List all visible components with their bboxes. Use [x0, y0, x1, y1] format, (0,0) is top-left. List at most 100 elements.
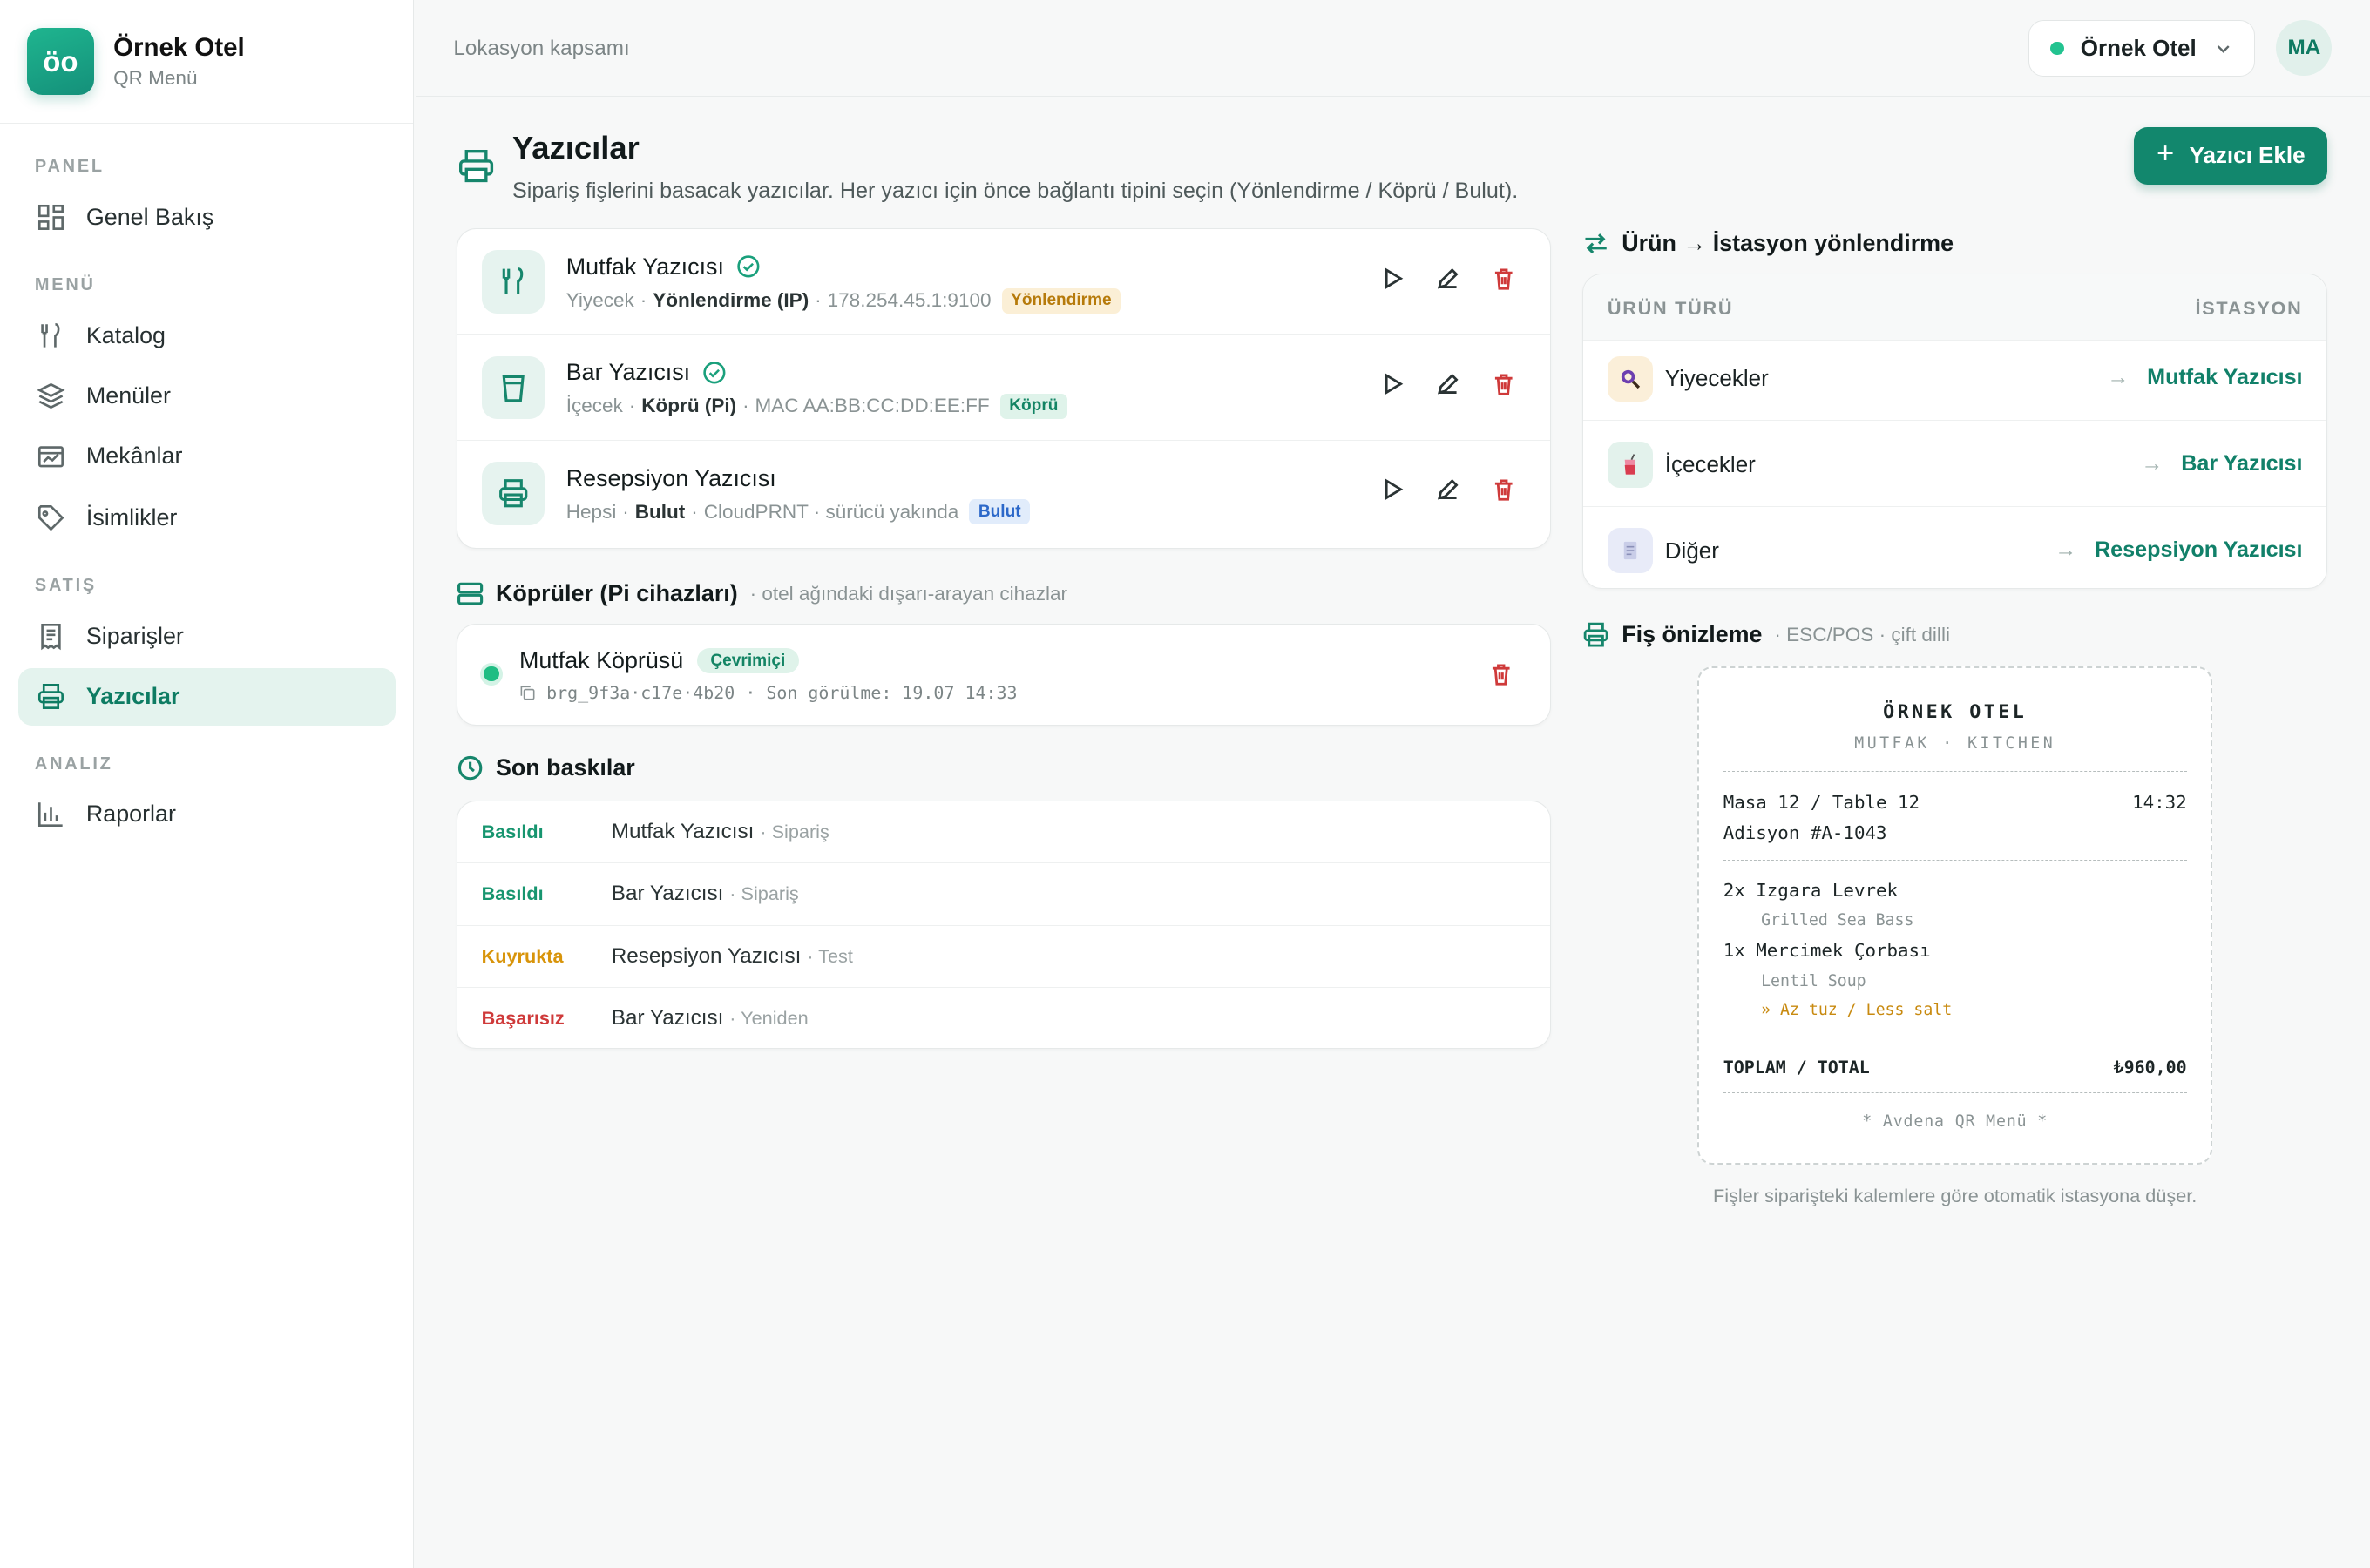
- printer-category: Yiyecek: [565, 289, 634, 312]
- trash-icon[interactable]: [1491, 371, 1516, 396]
- bridges-subtitle: · otel ağındaki dışarı-arayan cihazlar: [749, 582, 1068, 605]
- sidebar-item-overview[interactable]: Genel Bakış: [18, 189, 396, 247]
- sidebar-item-nameplates[interactable]: İsimlikler: [18, 490, 396, 547]
- sidebar-item-orders[interactable]: Siparişler: [18, 607, 396, 665]
- route-station[interactable]: → Resepsiyon Yazıcısı: [2055, 537, 2302, 563]
- play-test-icon[interactable]: [1379, 476, 1405, 502]
- print-status: Kuyrukta: [481, 944, 564, 967]
- trash-icon[interactable]: [1491, 476, 1516, 502]
- printer-icon: [458, 150, 493, 183]
- bridge-id: brg_9f3a·c17e·4b20: [546, 682, 735, 704]
- brand-subtitle: QR Menü: [113, 67, 198, 90]
- bar-chart-icon: [37, 802, 63, 828]
- copy-icon[interactable]: [519, 685, 536, 701]
- edit-pencil-icon[interactable]: [1435, 266, 1460, 291]
- receipt-subtitle: · ESC/POS · çift dilli: [1774, 623, 1950, 645]
- receipt-total-line: TOPLAM / TOTAL ₺960,00: [1723, 1057, 2187, 1078]
- route-type: Yiyecekler: [1664, 365, 1769, 392]
- printer-connection: Yönlendirme (IP): [653, 289, 809, 312]
- document-icon: [1607, 528, 1653, 574]
- print-type: · Yeniden: [729, 1007, 809, 1030]
- play-test-icon[interactable]: [1379, 266, 1405, 291]
- printer-name: Bar Yazıcısı: [565, 359, 691, 386]
- printer-name: Resepsiyon Yazıcısı: [565, 464, 776, 491]
- edit-pencil-icon[interactable]: [1435, 476, 1460, 502]
- recent-heading: Son baskılar: [457, 754, 635, 781]
- status-dot-icon: [2050, 41, 2064, 56]
- sidebar-item-label: Katalog: [85, 321, 166, 348]
- receipt-item-translation: Grilled Sea Bass: [1761, 911, 1914, 930]
- receipt-divider: [1723, 770, 2187, 772]
- receipt-item: 1x Mercimek Çorbası: [1723, 940, 1931, 962]
- page-title: Yazıcılar: [512, 130, 640, 166]
- print-type: · Sipariş: [760, 821, 830, 843]
- layers-icon: [36, 382, 65, 409]
- sidebar-item-label: Genel Bakış: [85, 204, 214, 231]
- sidebar-item-reports[interactable]: Raporlar: [18, 786, 396, 843]
- receipt-total-value: ₺960,00: [2113, 1056, 2187, 1078]
- sidebar-item-label: İsimlikler: [85, 504, 178, 531]
- recent-row[interactable]: Basıldı Mutfak Yazıcısı · Sipariş: [457, 801, 1550, 864]
- avatar[interactable]: MA: [2276, 19, 2333, 76]
- play-test-icon[interactable]: [1379, 371, 1405, 396]
- trash-icon[interactable]: [1491, 266, 1516, 291]
- sidebar-item-printers[interactable]: Yazıcılar: [17, 667, 396, 726]
- receipt-item-note: » Az tuz / Less salt: [1761, 1000, 1953, 1019]
- trash-icon[interactable]: [1488, 661, 1513, 686]
- store-icon: [37, 446, 64, 468]
- bridge-card[interactable]: Mutfak Köprüsü Çevrimiçi brg_9f3a·c17e·4…: [456, 624, 1551, 726]
- brand[interactable]: öo Örnek Otel QR Menü: [0, 0, 414, 125]
- route-row[interactable]: Yiyecekler → Mutfak Yazıcısı: [1583, 335, 2327, 422]
- recent-row[interactable]: Başarısız Bar Yazıcısı · Yeniden: [457, 988, 1550, 1050]
- printer-row[interactable]: Bar Yazıcısı İçecek · Köprü (Pi) · MAC AA:…: [457, 335, 1550, 441]
- print-printer: Mutfak Yazıcısı: [611, 820, 755, 844]
- route-station[interactable]: → Bar Yazıcısı: [2141, 451, 2302, 476]
- drink-icon: [1607, 442, 1653, 488]
- connection-badge: Köprü: [999, 393, 1067, 419]
- printer-address: 178.254.45.1:9100: [827, 289, 992, 312]
- recent-row[interactable]: Basıldı Bar Yazıcısı · Sipariş: [457, 863, 1550, 926]
- online-dot-icon: [479, 662, 503, 686]
- recent-row[interactable]: Kuyrukta Resepsiyon Yazıcısı · Test: [457, 926, 1550, 988]
- edit-pencil-icon[interactable]: [1435, 371, 1460, 396]
- sidebar-item-venues[interactable]: Mekânlar: [18, 428, 396, 485]
- sidebar-item-catalog[interactable]: Katalog: [18, 307, 396, 364]
- route-station[interactable]: → Mutfak Yazıcısı: [2107, 365, 2302, 390]
- connection-badge: Yönlendirme: [1001, 287, 1121, 314]
- utensils-icon: [481, 250, 545, 314]
- recent-title: Son baskılar: [495, 754, 635, 781]
- print-status: Basıldı: [481, 882, 544, 905]
- print-status: Basıldı: [481, 821, 544, 843]
- sidebar-item-menus[interactable]: Menüler: [18, 368, 396, 425]
- nav-section-sales: SATIŞ: [34, 575, 97, 595]
- plus-icon: +: [2156, 137, 2175, 171]
- hotel-selector[interactable]: Örnek Otel: [2028, 19, 2256, 78]
- receipt-preview: ÖRNEK OTEL MUTFAK · KITCHEN Masa 12 / Ta…: [1696, 666, 2213, 1166]
- location-scope[interactable]: Lokasyon kapsamı: [453, 37, 629, 61]
- topbar: Lokasyon kapsamı Örnek Otel MA: [416, 0, 2370, 97]
- routing-heading: Ürün → İstasyon yönlendirme: [1582, 230, 1954, 257]
- printer-row[interactable]: Mutfak Yazıcısı Yiyecek · Yönlendirme (IP…: [457, 229, 1550, 335]
- bridges-title: Köprüler (Pi cihazları): [495, 580, 738, 607]
- brand-logo: öo: [27, 28, 94, 95]
- routing-card: ÜRÜN TÜRÜ İSTASYON Yiyecekler → Mutfak Ya…: [1582, 273, 2328, 593]
- route-type: İçecekler: [1664, 450, 1756, 477]
- add-printer-label: Yazıcı Ekle: [2189, 142, 2306, 169]
- bridge-last-seen: · Son görülme: 19.07 14:33: [745, 682, 1018, 704]
- sidebar-item-label: Yazıcılar: [85, 683, 180, 710]
- route-row[interactable]: İçecekler → Bar Yazıcısı: [1583, 421, 2327, 508]
- col-header-type: ÜRÜN TÜRÜ: [1607, 296, 1734, 319]
- col-header-station: İSTASYON: [2195, 296, 2303, 319]
- add-printer-button[interactable]: + Yazıcı Ekle: [2134, 126, 2328, 185]
- sidebar-item-label: Mekânlar: [85, 443, 183, 470]
- sidebar-item-label: Raporlar: [85, 801, 176, 828]
- clock-icon: [457, 755, 483, 780]
- routing-title: Ürün → İstasyon yönlendirme: [1622, 229, 1954, 256]
- recent-prints-card: Basıldı Mutfak Yazıcısı · Sipariş Basıld…: [456, 801, 1551, 1050]
- route-row[interactable]: Diğer → Resepsiyon Yazıcısı: [1583, 507, 2326, 593]
- search-food-icon: [1607, 355, 1653, 402]
- bridges-heading: Köprüler (Pi cihazları) · otel ağındaki …: [457, 580, 1067, 607]
- print-printer: Resepsiyon Yazıcısı: [611, 943, 802, 968]
- printer-row[interactable]: Resepsiyon Yazıcısı Hepsi · Bulut · CloudP…: [457, 441, 1550, 546]
- printer-category: İçecek: [565, 395, 623, 417]
